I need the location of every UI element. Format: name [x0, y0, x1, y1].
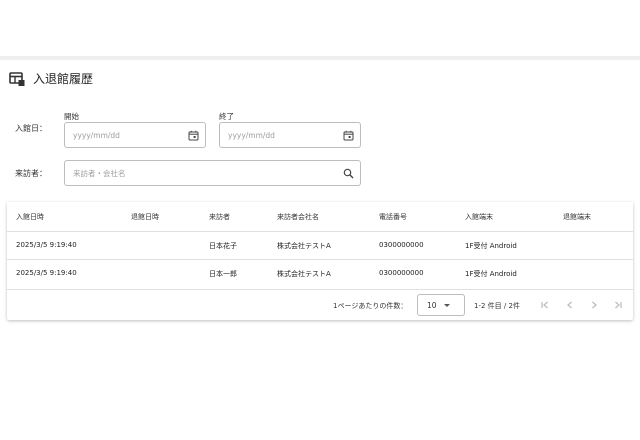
start-date-label: 開始 [64, 112, 79, 121]
next-page-icon[interactable] [588, 299, 600, 311]
end-date-placeholder: yyyy/mm/dd [228, 130, 275, 140]
history-table: 入館日時 退館日時 来訪者 来訪者会社名 電話番号 入館端末 退館端末 2025… [7, 202, 633, 320]
dropdown-arrow-icon [443, 301, 459, 310]
column-header-phone[interactable]: 電話番号 [379, 212, 407, 222]
first-page-icon[interactable] [539, 299, 551, 311]
cell-phone: 0300000000 [379, 241, 424, 249]
visitor-search-placeholder: 来訪者・会社名 [73, 168, 126, 178]
table-icon [9, 71, 25, 86]
calendar-icon[interactable] [188, 130, 199, 141]
column-header-exit-time[interactable]: 退館日時 [131, 212, 159, 222]
cell-company: 株式会社テストA [277, 242, 331, 250]
rows-per-page-select[interactable]: 10 [417, 294, 465, 316]
page-header: 入退館履歴 [9, 70, 93, 87]
end-date-field[interactable]: yyyy/mm/dd [219, 122, 361, 148]
visitor-label: 来訪者： [15, 169, 47, 178]
table-row[interactable]: 2025/3/5 9:19:40 日本一郎 株式会社テストA 030000000… [7, 260, 633, 290]
cell-visitor: 日本花子 [209, 242, 237, 250]
pagination-range: 1-2 件目 / 2件 [474, 302, 520, 310]
rows-per-page-value: 10 [427, 300, 437, 310]
search-icon[interactable] [343, 168, 354, 179]
entry-date-label: 入館日： [15, 124, 47, 133]
end-date-label: 終了 [219, 112, 234, 121]
last-page-icon[interactable] [612, 299, 624, 311]
column-header-entry-time[interactable]: 入館日時 [16, 212, 44, 222]
column-header-exit-terminal[interactable]: 退館端末 [563, 212, 591, 222]
cell-visitor: 日本一郎 [209, 270, 237, 278]
previous-page-icon[interactable] [564, 299, 576, 311]
table-header-row: 入館日時 退館日時 来訪者 来訪者会社名 電話番号 入館端末 退館端末 [7, 202, 633, 232]
rows-per-page-label: 1ページあたりの件数： [333, 302, 408, 310]
start-date-placeholder: yyyy/mm/dd [73, 130, 120, 140]
cell-entry-terminal: 1F受付 Android [465, 242, 517, 250]
cell-company: 株式会社テストA [277, 270, 331, 278]
cell-entry-terminal: 1F受付 Android [465, 270, 517, 278]
cell-entry-time: 2025/3/5 9:19:40 [16, 269, 77, 277]
top-bar [0, 0, 640, 60]
visitor-search-input[interactable]: 来訪者・会社名 [64, 160, 361, 186]
column-header-company[interactable]: 来訪者会社名 [277, 212, 319, 222]
page-title: 入退館履歴 [33, 72, 94, 86]
pagination: 1ページあたりの件数： 10 1-2 件目 / 2件 [7, 290, 633, 320]
column-header-entry-terminal[interactable]: 入館端末 [465, 212, 493, 222]
column-header-visitor[interactable]: 来訪者 [209, 212, 230, 222]
table-row[interactable]: 2025/3/5 9:19:40 日本花子 株式会社テストA 030000000… [7, 232, 633, 260]
start-date-field[interactable]: yyyy/mm/dd [64, 122, 206, 148]
cell-phone: 0300000000 [379, 269, 424, 277]
cell-entry-time: 2025/3/5 9:19:40 [16, 241, 77, 249]
calendar-icon[interactable] [343, 130, 354, 141]
